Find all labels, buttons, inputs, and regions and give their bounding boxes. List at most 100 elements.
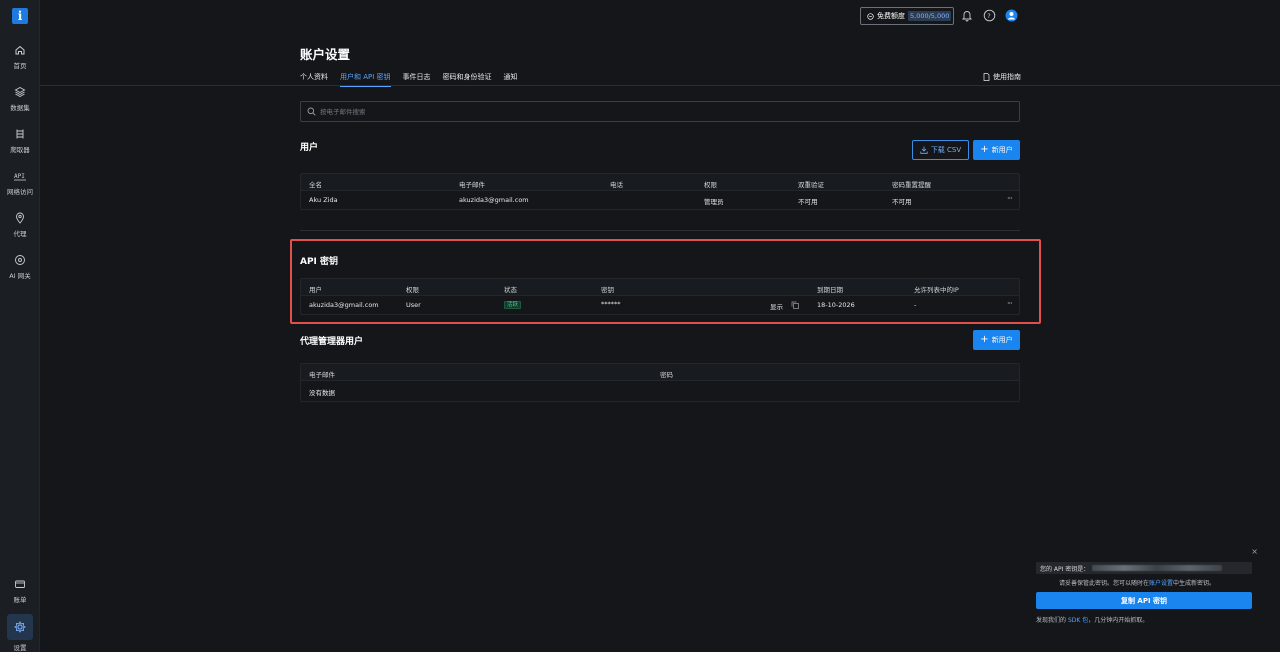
sidebar-item-scrapers[interactable]: 爬取器 [0, 128, 40, 154]
column-header: 密钥 [601, 286, 614, 294]
sidebar-item-label: 账单 [13, 596, 27, 604]
new-proxy-user-button[interactable]: + 新用户 [973, 330, 1020, 350]
column-header: 全名 [309, 181, 322, 189]
more-actions-icon[interactable]: ··· [1007, 299, 1013, 308]
divider [300, 230, 1020, 231]
api-key-role: User [406, 301, 421, 309]
dataset-icon [14, 86, 26, 98]
toast-foot-suffix: ，几分钟内开始抓取。 [1088, 617, 1149, 624]
page-title: 账户设置 [300, 47, 351, 62]
download-csv-label: 下载 CSV [930, 146, 962, 154]
sidebar: i 首页 数据集 爬取器 API 网络访问 代理 AI 网关 账单 设置 [0, 0, 40, 652]
toast-note-suffix: 中生成新密钥。 [1173, 580, 1216, 587]
free-quota-button[interactable]: 免费额度 5,000/5,000 [860, 7, 954, 25]
column-header: 权限 [704, 181, 717, 189]
user-role: 管理员 [704, 198, 724, 206]
empty-message: 没有数据 [309, 389, 335, 397]
usage-guide-label: 使用指南 [993, 73, 1021, 81]
api-key-label: 您的 API 密钥是： [1040, 565, 1090, 573]
toast-footer: 发现我们的 SDK 包，几分钟内开始抓取。 [1036, 615, 1148, 624]
ai-gateway-icon [15, 255, 25, 265]
user-reset-reminder: 不可用 [892, 198, 912, 206]
sidebar-item-label: 爬取器 [10, 146, 30, 154]
sidebar-item-label: 代理 [13, 230, 27, 238]
column-header: 密码 [660, 371, 673, 379]
svg-text:API: API [14, 173, 25, 180]
more-actions-icon[interactable]: ··· [1007, 194, 1013, 203]
api-icon: API [14, 173, 26, 181]
plus-icon: + [980, 334, 989, 345]
document-icon [983, 73, 990, 81]
sidebar-item-datasets[interactable]: 数据集 [0, 86, 40, 112]
proxy-users-section-title: 代理管理器用户 [300, 337, 364, 347]
copy-api-key-button[interactable]: 复制 API 密钥 [1036, 592, 1252, 609]
sidebar-item-home[interactable]: 首页 [0, 44, 40, 70]
sidebar-item-proxy[interactable]: 代理 [0, 212, 40, 238]
empty-row: 没有数据 [301, 381, 1019, 401]
copy-icon[interactable] [791, 301, 799, 309]
coin-icon [867, 12, 874, 20]
download-csv-button[interactable]: 下载 CSV [912, 140, 969, 160]
api-key-user: akuzida3@gmail.com [309, 301, 379, 309]
sidebar-item-label: 首页 [13, 62, 27, 70]
api-key-expiry: 18-10-2026 [817, 301, 855, 309]
divider [40, 85, 1280, 86]
quota-label: 免费额度 [877, 12, 905, 20]
proxy-users-table: 电子邮件 密码 没有数据 [300, 363, 1020, 402]
api-keys-section-title: API 密钥 [300, 257, 339, 267]
settings-icon [14, 621, 26, 633]
toast-note: 请妥善保管此密钥。您可以随时在账户设置中生成新密钥。 [1059, 578, 1215, 587]
avatar[interactable] [1005, 9, 1018, 22]
api-key-masked: ****** [601, 300, 621, 308]
sidebar-item-label: 数据集 [10, 104, 30, 112]
download-icon [920, 146, 928, 154]
help-icon[interactable]: ? [983, 9, 996, 22]
table-header: 用户 权限 状态 密钥 到期日期 允许列表中的IP [301, 279, 1019, 296]
sidebar-item-label: 设置 [13, 644, 27, 652]
billing-icon [15, 580, 25, 588]
api-key-allowed-ips: - [914, 301, 917, 309]
table-row: akuzida3@gmail.com User 活跃 ****** 显示 18-… [301, 296, 1019, 313]
column-header: 电子邮件 [459, 181, 485, 189]
location-icon [16, 212, 24, 224]
sidebar-item-label: 网络访问 [7, 188, 33, 196]
sidebar-item-ai-gateway[interactable]: AI 网关 [0, 254, 40, 280]
column-header: 电话 [610, 181, 623, 189]
api-keys-table: 用户 权限 状态 密钥 到期日期 允许列表中的IP akuzida3@gmail… [300, 278, 1020, 315]
column-header: 允许列表中的IP [914, 286, 959, 294]
users-table: 全名 电子邮件 电话 权限 双重验证 密码重置提醒 Aku Zida akuzi… [300, 173, 1020, 210]
sdk-link[interactable]: SDK 包 [1068, 617, 1088, 624]
sidebar-item-web-access[interactable]: API 网络访问 [0, 170, 40, 196]
home-icon [15, 45, 25, 55]
column-header: 到期日期 [817, 286, 843, 294]
toast-note-prefix: 请妥善保管此密钥。您可以随时在 [1059, 580, 1150, 587]
new-user-label: 新用户 [991, 336, 1013, 344]
user-email: akuzida3@gmail.com [459, 196, 529, 204]
column-header: 双重验证 [798, 181, 824, 189]
status-badge: 活跃 [504, 300, 522, 309]
search-input[interactable] [320, 107, 1000, 116]
show-key-button[interactable]: 显示 [770, 301, 783, 311]
plus-icon: + [980, 144, 989, 155]
account-settings-link[interactable]: 账户设置 [1149, 580, 1173, 587]
search-box [300, 101, 1020, 122]
logo[interactable]: i [12, 8, 28, 24]
sidebar-item-billing[interactable]: 账单 [0, 578, 40, 604]
quota-value: 5,000/5,000 [908, 11, 952, 21]
column-header: 用户 [309, 286, 322, 294]
status-badge-label: 活跃 [504, 301, 522, 309]
column-header: 密码重置提醒 [892, 181, 931, 189]
bell-icon[interactable] [961, 9, 973, 22]
new-user-button[interactable]: + 新用户 [973, 140, 1020, 160]
redacted-api-key [1092, 565, 1223, 571]
column-header: 状态 [504, 286, 517, 294]
user-two-factor: 不可用 [798, 198, 818, 206]
close-icon[interactable]: × [1251, 547, 1258, 556]
column-header: 电子邮件 [309, 371, 335, 379]
table-header: 电子邮件 密码 [301, 364, 1019, 381]
sidebar-item-settings[interactable]: 设置 [0, 614, 40, 652]
sidebar-item-label: AI 网关 [9, 272, 31, 280]
table-row: Aku Zida akuzida3@gmail.com 管理员 不可用 不可用 … [301, 191, 1019, 208]
usage-guide-link[interactable]: 使用指南 [983, 72, 1021, 82]
api-key-toast: × 您的 API 密钥是： 请妥善保管此密钥。您可以随时在账户设置中生成新密钥。… [1030, 545, 1260, 630]
